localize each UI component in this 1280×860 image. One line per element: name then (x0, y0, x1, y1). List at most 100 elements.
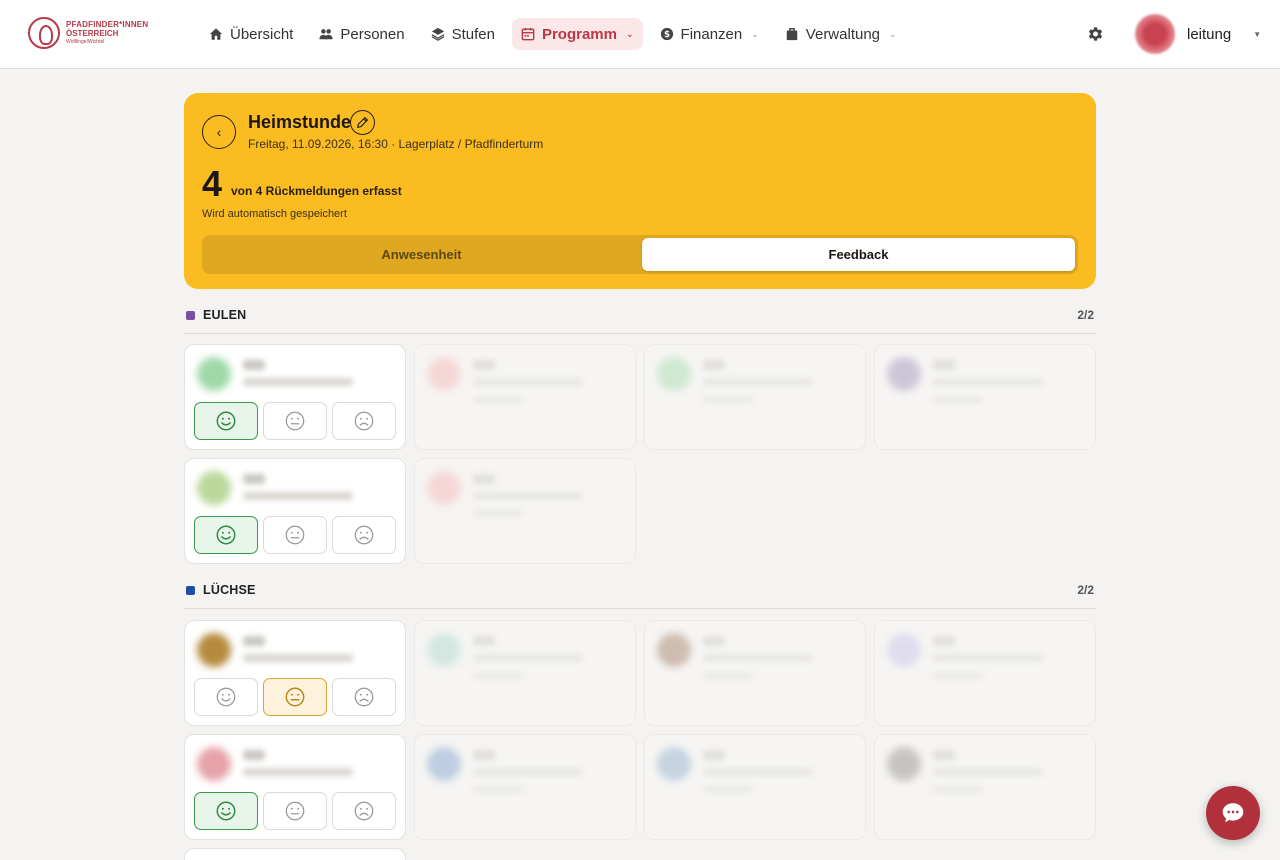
edit-event-button[interactable] (350, 110, 375, 135)
nav-item-programm[interactable]: Programm ⌄ (511, 18, 643, 50)
layers-icon (431, 27, 445, 41)
feedback-good-button[interactable] (194, 678, 258, 716)
person-role-blurred (933, 654, 1043, 662)
feedback-count-text: von 4 Rückmeldungen erfasst (231, 184, 402, 198)
person-name-blurred (473, 636, 495, 646)
person-role-blurred (243, 654, 353, 662)
neutral-face-icon (285, 687, 305, 707)
settings-gear-icon[interactable] (1085, 24, 1105, 44)
feedback-bad-button[interactable] (332, 516, 396, 554)
person-card-inactive (414, 734, 636, 840)
nav-item-personen[interactable]: Personen (310, 18, 413, 50)
person-status-blurred (473, 786, 523, 793)
group-color-dot (186, 311, 195, 320)
tab-feedback[interactable]: Feedback (642, 238, 1075, 271)
calendar-icon (521, 27, 535, 41)
person-status-blurred (473, 510, 523, 517)
nav-item-verwaltung[interactable]: Verwaltung ⌄ (776, 18, 906, 50)
main-nav: Übersicht Personen Stufen Programm ⌄ $ F… (200, 18, 906, 50)
avatar (657, 633, 691, 667)
person-status-blurred (473, 396, 523, 403)
avatar (427, 633, 461, 667)
avatar (427, 357, 461, 391)
person-card (184, 344, 406, 450)
neutral-face-icon (285, 411, 305, 431)
frown-icon (354, 411, 374, 431)
person-card-inactive (874, 620, 1096, 726)
nav-label: Stufen (451, 25, 495, 43)
avatar (197, 357, 231, 391)
feedback-neutral-button[interactable] (263, 678, 327, 716)
avatar (427, 471, 461, 505)
avatar (887, 747, 921, 781)
feedback-buttons (194, 678, 396, 716)
nav-item-uebersicht[interactable]: Übersicht (200, 18, 302, 50)
feedback-good-button[interactable] (194, 402, 258, 440)
scout-lily-icon (28, 17, 60, 49)
person-card (184, 458, 406, 564)
avatar (657, 357, 691, 391)
feedback-neutral-button[interactable] (263, 792, 327, 830)
group-count: 2/2 (1077, 308, 1094, 322)
smile-icon (216, 687, 236, 707)
back-button[interactable]: ‹ (202, 115, 236, 149)
nav-label: Programm (541, 25, 617, 43)
feedback-neutral-button[interactable] (263, 402, 327, 440)
feedback-good-button[interactable] (194, 516, 258, 554)
feedback-buttons (194, 792, 396, 830)
person-card-inactive (874, 734, 1096, 840)
avatar (197, 633, 231, 667)
tab-attendance[interactable]: Anwesenheit (205, 238, 638, 271)
neutral-face-icon (285, 801, 305, 821)
person-name-blurred (703, 636, 725, 646)
group-header-luechse: LÜCHSE 2/2 (184, 581, 1096, 601)
person-name-blurred (703, 360, 725, 370)
nav-label: Finanzen (680, 25, 743, 43)
person-name-blurred (933, 360, 955, 370)
person-card-inactive (644, 620, 866, 726)
person-name-blurred (703, 750, 725, 760)
avatar (197, 747, 231, 781)
feedback-bad-button[interactable] (332, 792, 396, 830)
briefcase-icon (786, 28, 798, 41)
app-logo[interactable]: PFADFINDER*INNEN ÖSTERREICH Wölflinge/Wi… (28, 17, 148, 49)
user-name: leitung (1187, 25, 1232, 43)
view-toggle: Anwesenheit Feedback (202, 235, 1078, 274)
feedback-bad-button[interactable] (332, 678, 396, 716)
person-role-blurred (473, 654, 583, 662)
nav-item-finanzen[interactable]: $ Finanzen ⌄ (651, 18, 768, 50)
feedback-good-button[interactable] (194, 792, 258, 830)
dollar-icon: $ (660, 27, 673, 41)
chat-button[interactable] (1206, 786, 1260, 840)
neutral-face-icon (285, 525, 305, 545)
chevron-down-icon: ⌄ (889, 28, 897, 39)
person-role-blurred (473, 378, 583, 386)
feedback-neutral-button[interactable] (263, 516, 327, 554)
user-menu[interactable]: leitung ▼ (1135, 14, 1261, 54)
svg-text:$: $ (663, 30, 669, 40)
person-role-blurred (703, 768, 813, 776)
nav-item-stufen[interactable]: Stufen (422, 18, 504, 50)
event-header-card: ‹ Heimstunde Freitag, 11.09.2026, 16:30 … (184, 93, 1096, 289)
person-card (184, 734, 406, 840)
feedback-bad-button[interactable] (332, 402, 396, 440)
logo-line1: PFADFINDER*INNEN (66, 20, 149, 29)
person-card-inactive (644, 734, 866, 840)
person-card (184, 620, 406, 726)
divider (184, 333, 1096, 334)
person-role-blurred (703, 378, 813, 386)
person-name-blurred (473, 360, 495, 370)
chevron-down-icon: ⌄ (625, 28, 634, 39)
person-status-blurred (933, 396, 983, 403)
person-card-inactive (414, 620, 636, 726)
person-role-blurred (473, 768, 583, 776)
event-title: Heimstunde (248, 112, 352, 132)
person-status-blurred (473, 672, 523, 679)
avatar (427, 747, 461, 781)
chat-bubble-icon (1222, 803, 1244, 823)
person-role-blurred (243, 378, 353, 386)
person-card-inactive (414, 458, 636, 564)
person-name-blurred (243, 750, 265, 760)
nav-label: Personen (340, 25, 405, 43)
top-navigation: PFADFINDER*INNEN ÖSTERREICH Wölflinge/Wi… (0, 0, 1280, 69)
